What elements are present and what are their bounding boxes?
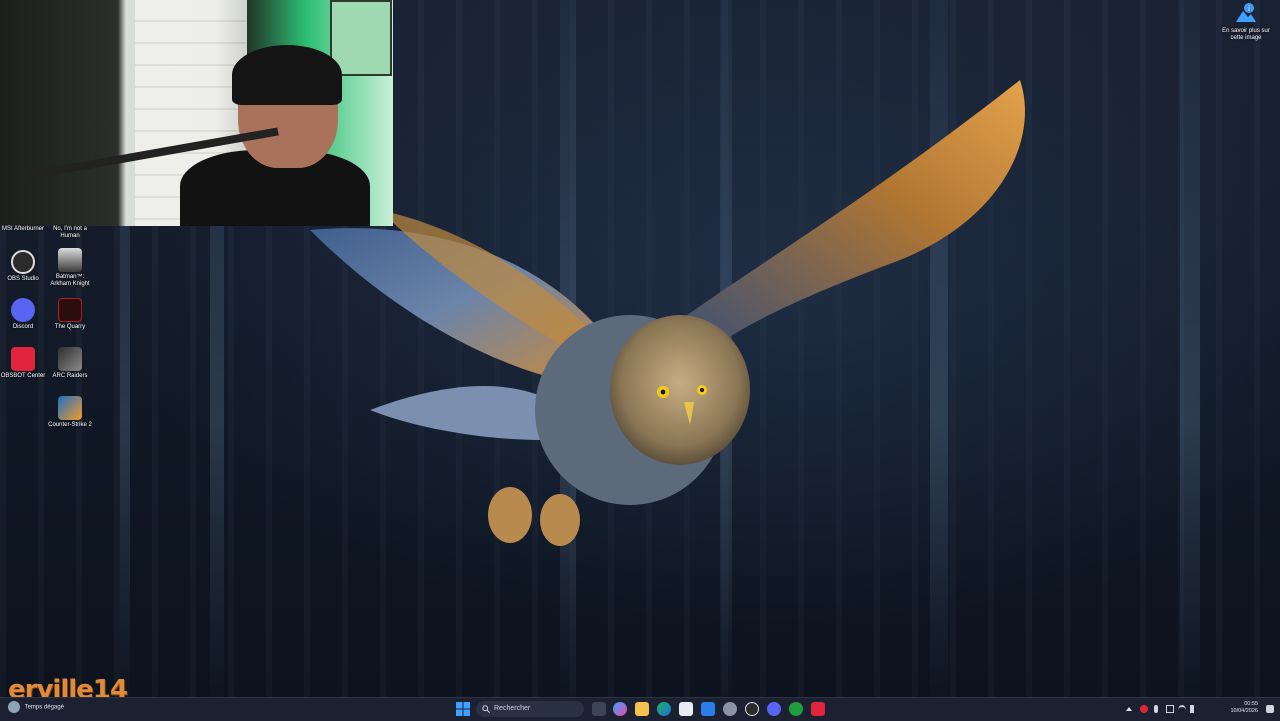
webcam-person-beanie: [232, 45, 342, 105]
xbox-icon[interactable]: [789, 702, 803, 716]
clock-time: 00:55: [1244, 701, 1258, 707]
desktop-icon-label: The Quarry: [54, 324, 86, 330]
chevron-up-icon[interactable]: [1126, 707, 1132, 711]
counter-strike-icon: [58, 396, 82, 420]
obsbot-icon: [11, 347, 35, 371]
settings-icon[interactable]: [723, 702, 737, 716]
desktop-icon-label: Batman™: Arkham Knight: [50, 274, 90, 287]
desktop-icon-no-im-not-a-human[interactable]: No, I'm not a Human: [47, 226, 93, 240]
desktop-icon-counter-strike-2[interactable]: Counter-Strike 2: [47, 396, 93, 429]
desktop-icon-label: ARC Raiders: [52, 373, 88, 379]
wallpaper-tree: [1180, 0, 1200, 697]
file-explorer-icon[interactable]: [635, 702, 649, 716]
desktop-icon-label: Discord: [12, 324, 34, 330]
taskbar-search[interactable]: Rechercher: [476, 701, 584, 717]
desktop-icon-arc-raiders[interactable]: ARC Raiders: [47, 347, 93, 380]
obsbot-tray-icon[interactable]: [1140, 705, 1148, 713]
desktop-icon-obsbot-center[interactable]: OBSBOT Center: [0, 347, 46, 380]
desktop-icon-label: OBSBOT Center: [0, 373, 46, 379]
notification-icon[interactable]: [1266, 705, 1274, 713]
weather-widget[interactable]: Temps dégagé: [8, 701, 64, 713]
info-icon: i: [1234, 2, 1258, 26]
discord-icon: [11, 298, 35, 322]
taskbar-clock[interactable]: 00:55 10/04/2026: [1226, 701, 1258, 715]
desktop-icon-label: Counter-Strike 2: [48, 422, 92, 428]
desktop-icon-discord[interactable]: Discord: [0, 298, 46, 331]
desktop-icon-obs-studio[interactable]: OBS Studio: [0, 250, 46, 283]
obs-icon: [11, 250, 35, 274]
taskbar: Temps dégagé Rechercher 00:55 10/04/2026: [0, 697, 1280, 721]
webcam-overlay: [0, 0, 393, 226]
the-quarry-icon: [58, 298, 82, 322]
search-placeholder: Rechercher: [494, 705, 531, 712]
search-icon: [482, 705, 490, 713]
clock-date: 10/04/2026: [1230, 708, 1258, 714]
desktop-icon-msi-afterburner[interactable]: MSI Afterburner: [0, 226, 46, 233]
learn-about-image-button[interactable]: i En savoir plus sur cette image: [1222, 2, 1270, 42]
wifi-icon[interactable]: [1178, 705, 1186, 715]
webcam-poster: [330, 0, 392, 76]
microphone-icon[interactable]: [1154, 705, 1158, 713]
store-icon[interactable]: [679, 702, 693, 716]
obs-icon[interactable]: [745, 702, 759, 716]
desktop-icon-label: OBS Studio: [7, 276, 39, 282]
edge-icon[interactable]: [657, 702, 671, 716]
desktop-icon-label: MSI Afterburner: [1, 226, 45, 232]
copilot-icon[interactable]: [613, 702, 627, 716]
arc-raiders-icon: [58, 347, 82, 371]
desktop-icon-label: No, I'm not a Human: [53, 226, 87, 239]
weather-icon: [8, 701, 20, 713]
volume-icon[interactable]: [1190, 705, 1202, 713]
mail-icon[interactable]: [701, 702, 715, 716]
start-button[interactable]: [456, 702, 470, 716]
discord-icon[interactable]: [767, 702, 781, 716]
display-icon[interactable]: [1166, 705, 1174, 713]
learn-about-image-label: En savoir plus sur cette image: [1222, 28, 1270, 41]
batman-icon: [58, 248, 82, 272]
task-view-icon[interactable]: [592, 702, 606, 716]
owl-image: [310, 80, 1025, 546]
desktop-icon-batman-arkham-knight[interactable]: Batman™: Arkham Knight: [47, 248, 93, 288]
obsbot-icon[interactable]: [811, 702, 825, 716]
svg-text:i: i: [1248, 4, 1250, 13]
desktop-icon-the-quarry[interactable]: The Quarry: [47, 298, 93, 331]
weather-text: Temps dégagé: [24, 704, 64, 711]
